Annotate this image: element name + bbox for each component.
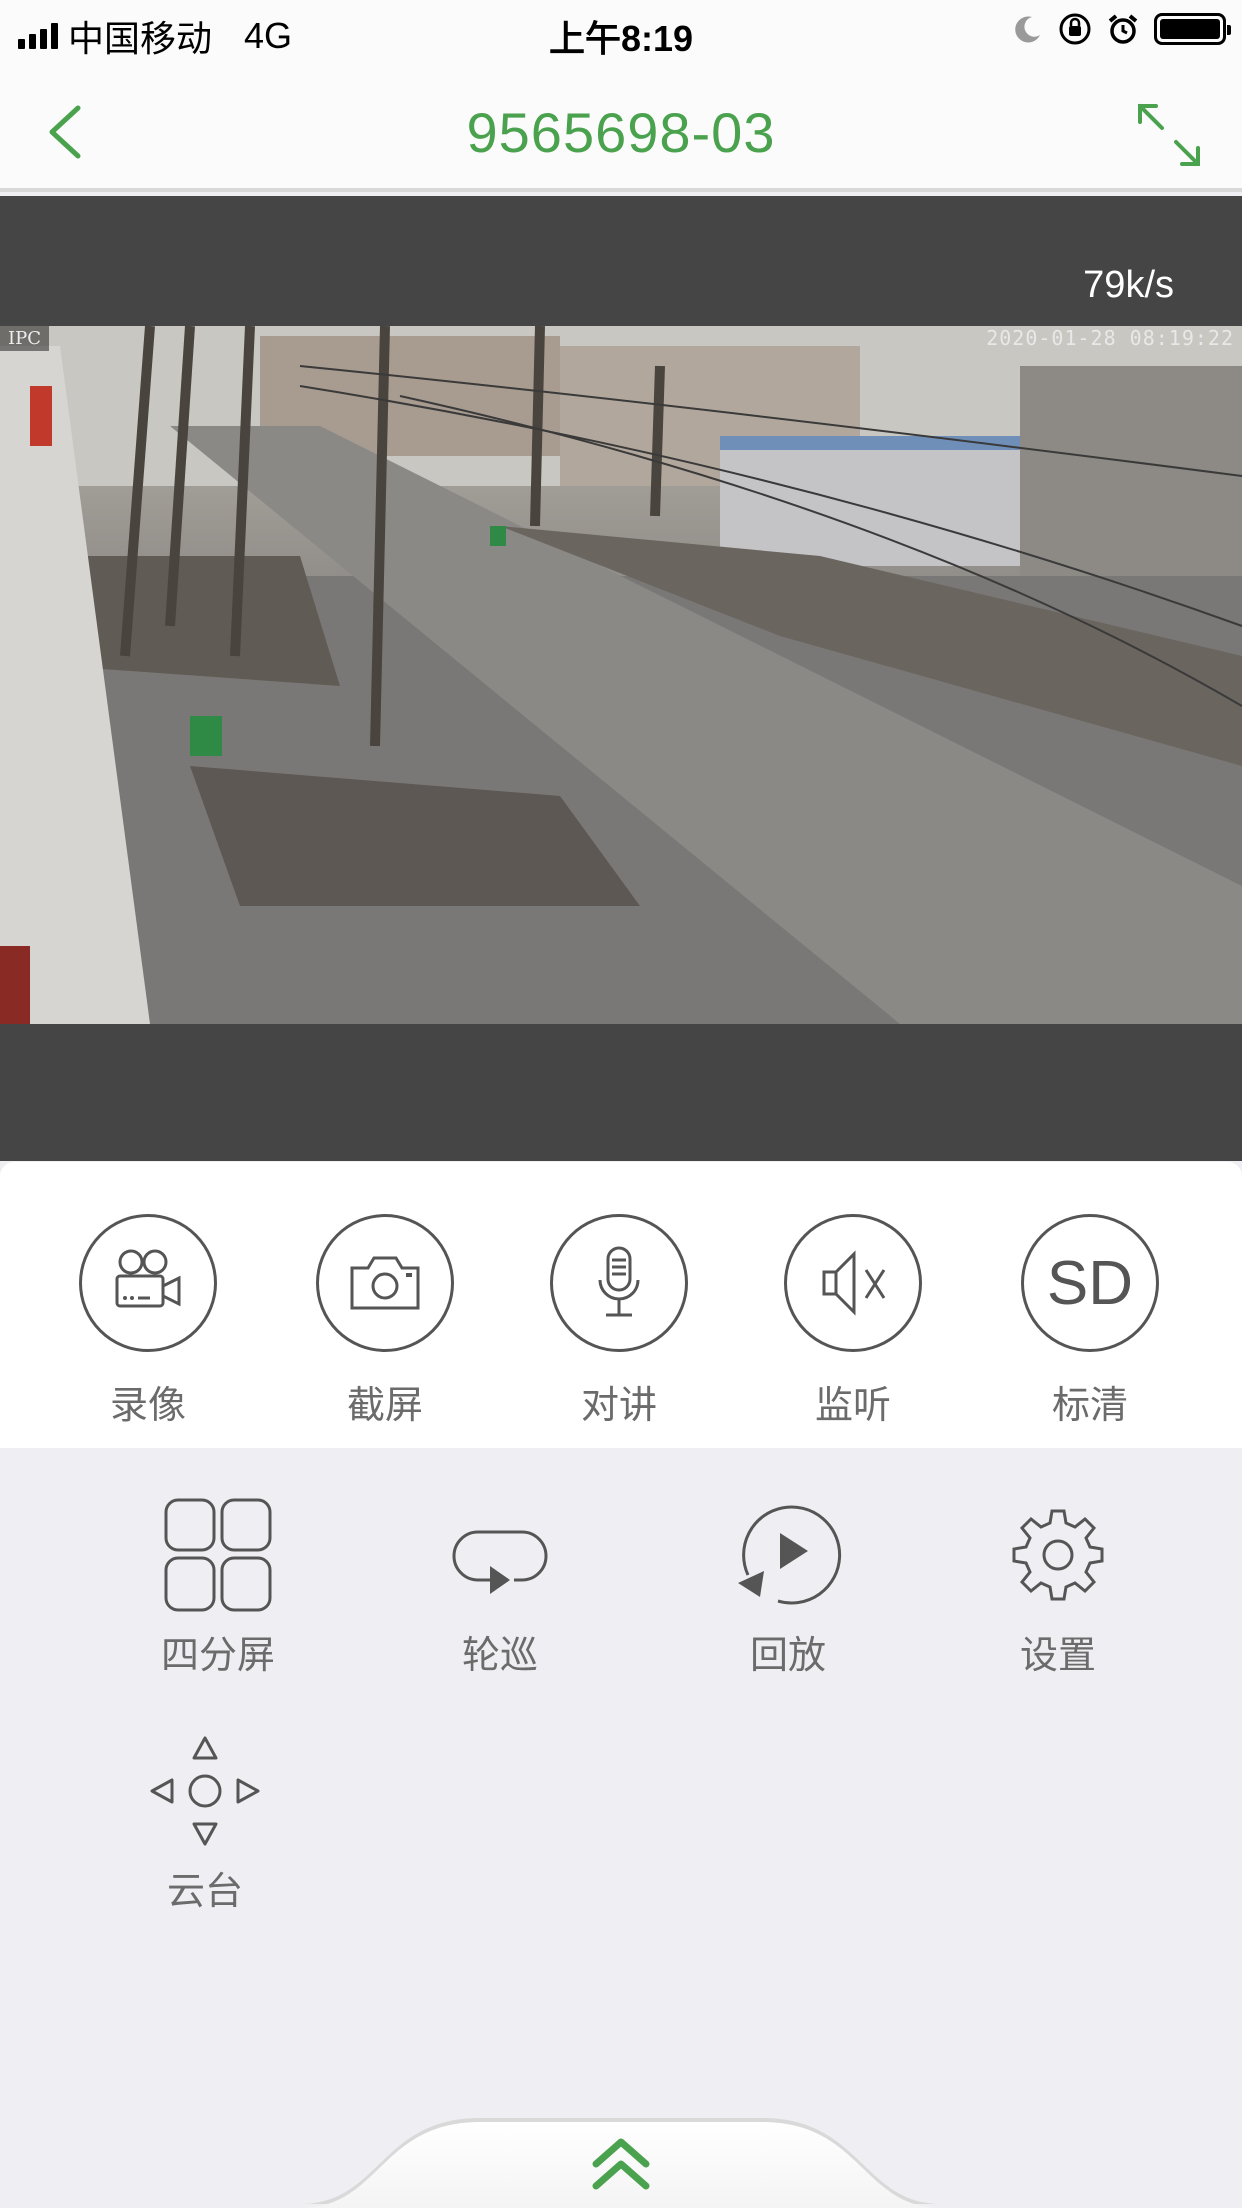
video-camera-icon [115,1249,181,1308]
orientation-lock-icon [1059,13,1091,45]
playback-label: 回放 [749,1635,826,1677]
quality-button[interactable]: SD 标清 [1020,1214,1160,1429]
record-label: 录像 [109,1385,186,1427]
gear-icon [1012,1509,1104,1601]
listen-label: 监听 [814,1385,891,1427]
playback-button[interactable]: 回放 [698,1496,878,1679]
video-stream[interactable]: IPC 2020-01-28 08:19:22 [0,326,1242,1024]
sd-icon: SD [1046,1248,1134,1318]
control-panel: 录像 截屏 对讲 监听 SD 标清 [0,1162,1242,1448]
screenshot-button[interactable]: 截屏 [315,1214,455,1429]
quad-screen-label: 四分屏 [160,1635,275,1677]
nav-bar: 9565698-03 [0,62,1242,192]
loop-icon [452,1530,548,1594]
quality-label: 标清 [1051,1385,1128,1427]
settings-button[interactable]: 设置 [968,1496,1148,1679]
camera-icon [350,1256,420,1310]
osd-timestamp: 2020-01-28 08:19:22 [986,326,1234,350]
moon-icon [1015,16,1040,43]
patrol-button[interactable]: 轮巡 [410,1496,590,1679]
speaker-mute-icon [822,1250,886,1316]
battery-icon [1154,13,1231,45]
settings-label: 设置 [1019,1635,1096,1677]
quad-screen-icon [164,1498,272,1612]
ptz-icon [150,1736,260,1846]
intercom-button[interactable]: 对讲 [549,1214,689,1429]
record-button[interactable]: 录像 [78,1214,218,1429]
alarm-icon [1108,14,1138,44]
osd-label: IPC [0,326,49,351]
playback-icon [738,1505,842,1605]
status-bar: 中国移动 4G 上午8:19 [0,0,1242,62]
video-area[interactable]: 79k/s IPC 2020-01-28 08:19:22 [0,196,1242,1161]
page-title: 9565698-03 [466,101,776,164]
quad-screen-button[interactable]: 四分屏 [128,1496,308,1679]
bitrate-readout: 79k/s [1083,264,1174,306]
microphone-icon [598,1246,640,1317]
video-scene [0,326,1242,1024]
screenshot-label: 截屏 [346,1385,423,1427]
intercom-label: 对讲 [580,1385,657,1427]
bottom-drawer-handle[interactable] [0,2118,1242,2208]
fullscreen-button[interactable] [1136,102,1202,168]
listen-button[interactable]: 监听 [783,1214,923,1429]
ptz-button[interactable]: 云台 [115,1732,295,1915]
ptz-label: 云台 [166,1871,243,1913]
patrol-label: 轮巡 [461,1635,538,1677]
